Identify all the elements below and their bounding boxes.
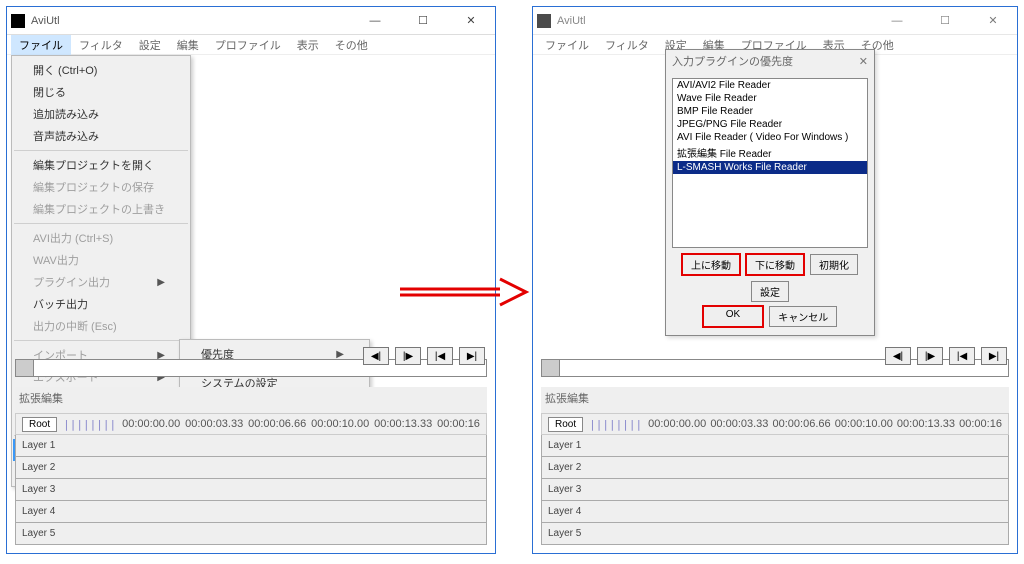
plugin-option[interactable]: JPEG/PNG File Reader xyxy=(673,118,867,131)
menuitem-5[interactable]: 表示 xyxy=(289,35,327,55)
nav-button[interactable]: |▶ xyxy=(917,347,943,365)
menu-WAV出力: WAV出力 xyxy=(13,249,189,271)
move-up-button[interactable]: 上に移動 xyxy=(682,254,740,275)
layer[interactable]: Layer 5 xyxy=(541,523,1009,545)
titlebar-left: AviUtl ― ☐ ✕ xyxy=(7,7,495,35)
layer[interactable]: Layer 3 xyxy=(15,479,487,501)
menuitem-0[interactable]: ファイル xyxy=(11,35,71,55)
playback-controls[interactable]: ◀| |▶ |◀ ▶| xyxy=(363,347,485,365)
nav-button[interactable]: |◀ xyxy=(427,347,453,365)
menubar[interactable]: ファイルフィルタ設定編集プロファイル表示その他 xyxy=(7,35,495,55)
layer[interactable]: Layer 4 xyxy=(541,501,1009,523)
plugin-option[interactable]: 拡張編集 File Reader xyxy=(673,144,867,161)
close-button[interactable]: ✕ xyxy=(973,9,1013,33)
plugin-listbox[interactable]: AVI/AVI2 File ReaderWave File ReaderBMP … xyxy=(672,78,868,248)
menuitem-1[interactable]: フィルタ xyxy=(71,35,131,55)
plugin-option[interactable]: L-SMASH Works File Reader xyxy=(673,161,867,174)
plugin-option[interactable]: AVI/AVI2 File Reader xyxy=(673,79,867,92)
app-title: AviUtl xyxy=(557,15,877,27)
timeline[interactable]: 拡張編集Root||||||||00:00:00.0000:00:03.3300… xyxy=(15,387,487,545)
min-button[interactable]: ― xyxy=(355,9,395,33)
max-button[interactable]: ☐ xyxy=(925,9,965,33)
menu-バッチ出力[interactable]: バッチ出力 xyxy=(13,293,189,315)
menu-追加読み込み[interactable]: 追加読み込み xyxy=(13,103,189,125)
menuitem-4[interactable]: プロファイル xyxy=(207,35,289,55)
menu-編集プロジェクトの上: 編集プロジェクトの上書き xyxy=(13,198,189,220)
menu-開く (Ctrl+O[interactable]: 開く (Ctrl+O) xyxy=(13,59,189,81)
layer[interactable]: Layer 2 xyxy=(15,457,487,479)
settings-button[interactable]: 設定 xyxy=(751,281,789,302)
ok-button[interactable]: OK xyxy=(703,306,763,327)
playback-controls[interactable]: ◀| |▶ |◀ ▶| xyxy=(885,347,1007,365)
menu-出力の中断 (Esc: 出力の中断 (Esc) xyxy=(13,315,189,337)
menuitem-2[interactable]: 設定 xyxy=(131,35,169,55)
layer[interactable]: Layer 3 xyxy=(541,479,1009,501)
nav-button[interactable]: |◀ xyxy=(949,347,975,365)
cancel-button[interactable]: キャンセル xyxy=(769,306,837,327)
layer[interactable]: Layer 1 xyxy=(541,435,1009,457)
plugin-option[interactable]: AVI File Reader ( Video For Windows ) xyxy=(673,131,867,144)
menu-AVI出力 (Ctr: AVI出力 (Ctrl+S) xyxy=(13,227,189,249)
seek-thumb[interactable] xyxy=(542,360,560,376)
seek-thumb[interactable] xyxy=(16,360,34,376)
timeline[interactable]: 拡張編集Root||||||||00:00:00.0000:00:03.3300… xyxy=(541,387,1009,545)
close-icon[interactable]: ✕ xyxy=(859,55,868,68)
menuitem-6[interactable]: その他 xyxy=(327,35,376,55)
titlebar-right: AviUtl ― ☐ ✕ xyxy=(533,7,1017,35)
min-button[interactable]: ― xyxy=(877,9,917,33)
dialog-title: 入力プラグインの優先度 xyxy=(672,53,859,69)
layer[interactable]: Layer 1 xyxy=(15,435,487,457)
nav-button[interactable]: |▶ xyxy=(395,347,421,365)
app-title: AviUtl xyxy=(31,15,355,27)
max-button[interactable]: ☐ xyxy=(403,9,443,33)
menu-編集プロジェクトの保: 編集プロジェクトの保存 xyxy=(13,176,189,198)
close-button[interactable]: ✕ xyxy=(451,9,491,33)
nav-button[interactable]: ▶| xyxy=(981,347,1007,365)
plugin-option[interactable]: Wave File Reader xyxy=(673,92,867,105)
menu-音声読み込み[interactable]: 音声読み込み xyxy=(13,125,189,147)
menuitem-3[interactable]: 編集 xyxy=(169,35,207,55)
menuitem-0[interactable]: ファイル xyxy=(537,35,597,55)
move-down-button[interactable]: 下に移動 xyxy=(746,254,804,275)
layer[interactable]: Layer 2 xyxy=(541,457,1009,479)
nav-button[interactable]: ◀| xyxy=(363,347,389,365)
menu-プラグイン出力: プラグイン出力▶ xyxy=(13,271,189,293)
menu-編集プロジェクトを開[interactable]: 編集プロジェクトを開く xyxy=(13,154,189,176)
priority-dialog: 入力プラグインの優先度 ✕ AVI/AVI2 File ReaderWave F… xyxy=(665,49,875,336)
app-icon xyxy=(537,14,551,28)
plugin-option[interactable]: BMP File Reader xyxy=(673,105,867,118)
nav-button[interactable]: ▶| xyxy=(459,347,485,365)
menuitem-1[interactable]: フィルタ xyxy=(597,35,657,55)
app-icon xyxy=(11,14,25,28)
layer[interactable]: Layer 4 xyxy=(15,501,487,523)
menu-閉じる[interactable]: 閉じる xyxy=(13,81,189,103)
nav-button[interactable]: ◀| xyxy=(885,347,911,365)
reset-button[interactable]: 初期化 xyxy=(810,254,858,275)
layer[interactable]: Layer 5 xyxy=(15,523,487,545)
